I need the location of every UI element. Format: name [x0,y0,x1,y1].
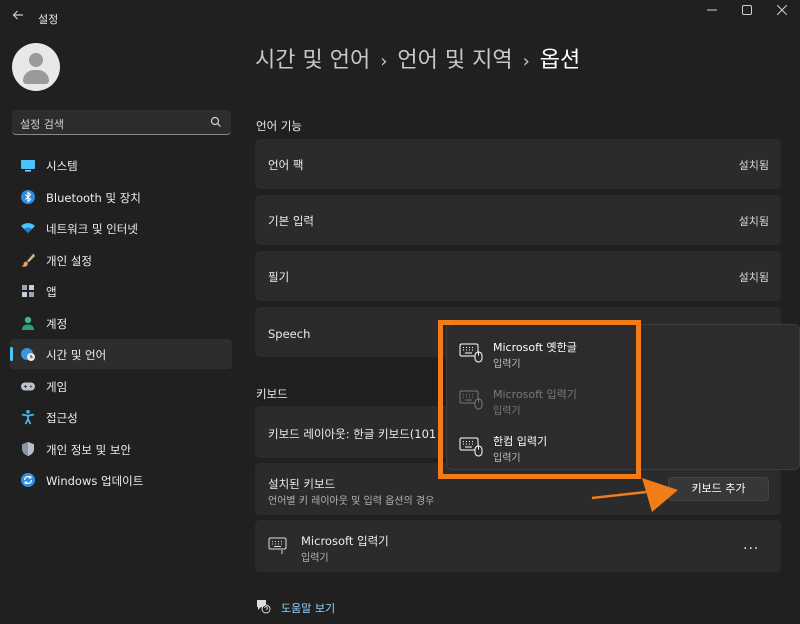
sidebar-item-system[interactable]: 시스템 [10,150,232,180]
gamepad-icon [21,382,35,390]
sidebar-item-label: 접근성 [46,411,78,425]
keyboard-mouse-icon [459,437,483,457]
menu-item-ms-ime: Microsoft 입력기 입력기 [447,381,647,427]
close-button[interactable] [762,0,800,24]
more-options-button[interactable]: ... [743,537,759,553]
apps-icon [22,285,34,297]
sidebar-item-label: 앱 [46,285,57,299]
sidebar-item-personalization[interactable]: 개인 설정 [10,245,232,275]
wifi-icon [21,223,35,233]
keyboard-layout-label: 키보드 레이아웃: 한글 키보드(101 [268,427,437,441]
keyboard-icon [268,537,287,554]
monitor-icon [21,160,35,172]
avatar[interactable] [12,43,60,91]
maximize-icon [742,5,752,15]
sidebar-item-time-language[interactable]: 시간 및 언어 [10,339,232,369]
back-arrow-icon [12,10,23,20]
brush-icon [21,253,35,267]
sidebar-item-label: 시스템 [46,159,78,173]
keyboard-mouse-icon [459,390,483,410]
sidebar-item-label: 게임 [46,379,68,394]
menu-item-title: 한컴 입력기 [493,435,548,448]
sidebar-item-accounts[interactable]: 계정 [10,308,232,338]
close-icon [776,4,788,16]
row-label: Speech [268,327,311,341]
sidebar-item-accessibility[interactable]: 접근성 [10,402,232,432]
sidebar-item-gaming[interactable]: 게임 [10,371,232,401]
status-badge: 설치됨 [738,159,769,172]
menu-item-ms-old-hangul[interactable]: Microsoft 옛한글 입력기 [447,334,647,380]
sidebar-item-label: 시간 및 언어 [46,348,107,362]
bluetooth-icon [21,189,35,204]
sidebar-item-bluetooth[interactable]: Bluetooth 및 장치 [10,182,232,212]
row-label: 언어 팩 [268,158,304,172]
chevron-right-icon: › [380,51,388,72]
chevron-right-icon: › [522,51,530,72]
sidebar-item-label: 네트워크 및 인터넷 [46,222,138,236]
sidebar-item-network[interactable]: 네트워크 및 인터넷 [10,213,232,243]
menu-item-title: Microsoft 옛한글 [493,341,577,354]
accessibility-icon [21,410,35,425]
keyboard-mouse-icon [459,343,483,363]
search-placeholder: 설정 검색 [20,118,64,131]
breadcrumb: 시간 및 언어 › 언어 및 지역 › 옵션 [255,42,580,74]
basic-typing-row[interactable]: 기본 입력 설치됨 [255,195,781,245]
section-heading-language-features: 언어 기능 [256,119,302,133]
status-badge: 설치됨 [738,215,769,228]
person-icon [22,316,34,330]
status-badge: 설치됨 [738,271,769,284]
sidebar-nav: 시스템 Bluetooth 및 장치 네트워크 및 인터넷 개인 설정 앱 계정… [10,150,232,497]
back-button[interactable] [10,9,26,25]
installed-keyboard-item[interactable]: Microsoft 입력기 입력기 [255,520,781,572]
sidebar-item-label: 개인 설정 [46,253,92,268]
installed-keyboards-title: 설치된 키보드 [268,477,336,491]
sidebar-item-privacy[interactable]: 개인 정보 및 보안 [10,434,232,464]
breadcrumb-time-language[interactable]: 시간 및 언어 [255,48,370,73]
menu-item-sub: 입력기 [493,406,521,417]
sidebar-item-apps[interactable]: 앱 [10,276,232,306]
globe-clock-icon [21,348,35,361]
language-pack-row[interactable]: 언어 팩 설치됨 [255,139,781,189]
sidebar-item-windows-update[interactable]: Windows 업데이트 [10,465,232,495]
breadcrumb-language-region[interactable]: 언어 및 지역 [397,48,512,73]
installed-keyboard-title: Microsoft 입력기 [301,534,389,548]
avatar-head-shape [29,53,43,67]
help-link[interactable]: 도움말 보기 [255,598,335,618]
avatar-body-shape [23,70,49,84]
shield-icon [22,441,34,456]
minimize-button[interactable] [692,0,732,24]
minimize-icon [707,9,717,11]
row-label: 기본 입력 [268,214,314,228]
handwriting-row[interactable]: 필기 설치됨 [255,251,781,301]
update-icon [21,473,35,487]
search-icon[interactable] [209,115,223,129]
add-keyboard-menu: Microsoft 옛한글 입력기 Microsoft 입력기 입력기 한컴 입… [446,324,800,470]
section-heading-keyboard: 키보드 [256,387,288,401]
annotation-arrow [591,478,678,512]
add-keyboard-button[interactable]: 키보드 추가 [668,477,769,501]
menu-item-sub: 입력기 [493,453,521,464]
help-link-label: 도움말 보기 [281,602,336,615]
menu-item-hancom-ime[interactable]: 한컴 입력기 입력기 [447,428,647,474]
row-label: 필기 [268,270,290,284]
title-bar: 설정 [0,0,800,34]
app-title: 설정 [38,13,59,26]
sidebar-item-label: 계정 [46,316,68,331]
menu-item-sub: 입력기 [493,359,521,370]
search-input[interactable]: 설정 검색 [12,110,231,135]
help-icon [257,600,271,614]
page-title: 옵션 [539,48,581,73]
menu-item-title: Microsoft 입력기 [493,388,577,401]
sidebar-item-label: Windows 업데이트 [46,474,144,488]
maximize-button[interactable] [727,0,767,24]
installed-keyboards-desc: 언어별 키 레이아웃 및 입력 옵션의 경우 [268,496,435,507]
sidebar-item-label: 개인 정보 및 보안 [46,442,132,457]
sidebar-item-label: Bluetooth 및 장치 [46,190,141,205]
installed-keyboard-sub: 입력기 [301,553,329,564]
